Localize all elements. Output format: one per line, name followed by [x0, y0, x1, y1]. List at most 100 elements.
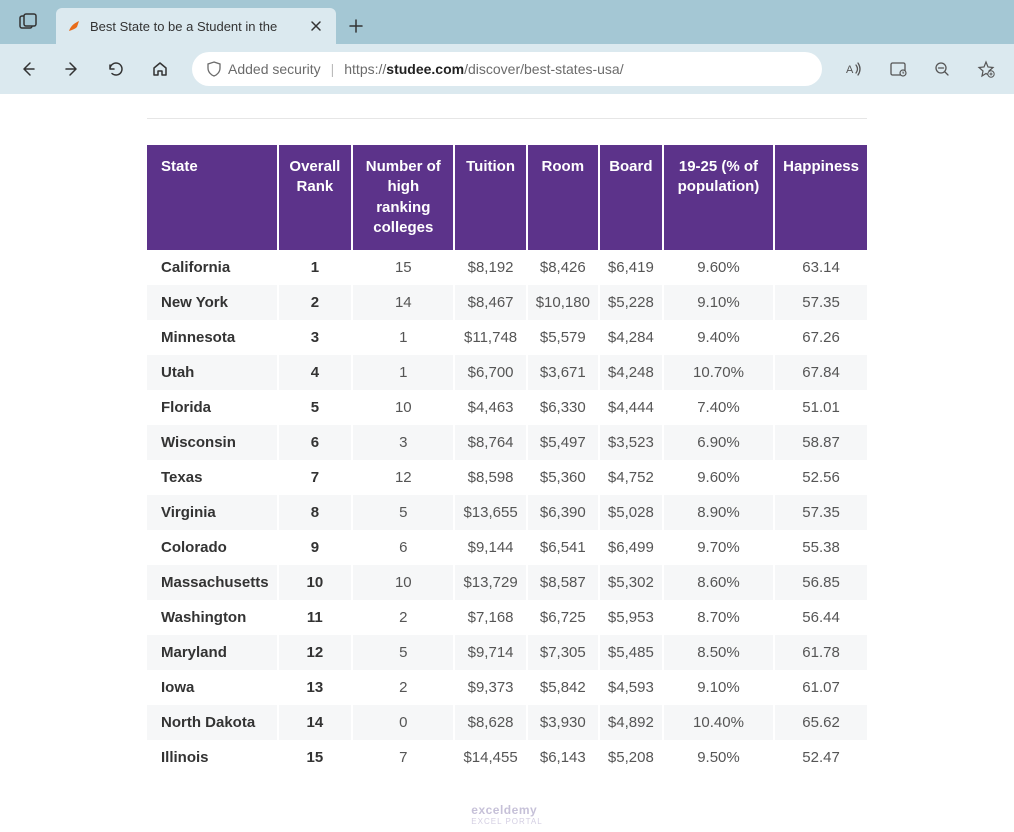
refresh-button[interactable]	[96, 49, 136, 89]
table-cell: $7,305	[527, 635, 599, 670]
table-cell: $6,541	[527, 530, 599, 565]
forward-button[interactable]	[52, 49, 92, 89]
table-row: Virginia85$13,655$6,390$5,0288.90%57.35	[147, 495, 867, 530]
url-text: https://studee.com/discover/best-states-…	[344, 61, 623, 77]
table-cell: $5,302	[599, 565, 663, 600]
read-aloud-button[interactable]: A	[834, 49, 874, 89]
browser-titlebar: Best State to be a Student in the	[0, 0, 1014, 44]
table-cell: $4,444	[599, 390, 663, 425]
reading-list-icon	[889, 60, 907, 78]
table-cell: 10.70%	[663, 355, 774, 390]
favorites-button[interactable]	[966, 49, 1006, 89]
address-bar[interactable]: Added security | https://studee.com/disc…	[192, 52, 822, 86]
table-cell: 8.70%	[663, 600, 774, 635]
tab-favicon-icon	[66, 18, 82, 34]
tab-title: Best State to be a Student in the	[90, 19, 298, 34]
table-cell: 10	[352, 390, 454, 425]
table-header: StateOverall RankNumber of high ranking …	[147, 145, 867, 250]
table-cell: $4,463	[454, 390, 526, 425]
table-header-cell[interactable]: 19-25 (% of population)	[663, 145, 774, 250]
table-cell: 6.90%	[663, 425, 774, 460]
table-cell: 11	[278, 600, 353, 635]
table-cell: 3	[278, 320, 353, 355]
table-row: New York214$8,467$10,180$5,2289.10%57.35	[147, 285, 867, 320]
table-cell: 12	[278, 635, 353, 670]
table-cell: 9.60%	[663, 250, 774, 285]
table-row: North Dakota140$8,628$3,930$4,89210.40%6…	[147, 705, 867, 740]
table-cell: 56.44	[774, 600, 867, 635]
security-badge[interactable]: Added security	[206, 61, 321, 77]
table-cell: 58.87	[774, 425, 867, 460]
table-cell: 1	[278, 250, 353, 285]
table-cell: 8.50%	[663, 635, 774, 670]
table-cell: $5,028	[599, 495, 663, 530]
table-cell: 57.35	[774, 285, 867, 320]
page-viewport: StateOverall RankNumber of high ranking …	[0, 94, 1014, 832]
table-cell: New York	[147, 285, 278, 320]
table-cell: $6,143	[527, 740, 599, 775]
table-header-cell[interactable]: Number of high ranking colleges	[352, 145, 454, 250]
table-header-cell[interactable]: Board	[599, 145, 663, 250]
table-cell: $6,725	[527, 600, 599, 635]
table-cell: $5,228	[599, 285, 663, 320]
table-cell: 56.85	[774, 565, 867, 600]
table-cell: Iowa	[147, 670, 278, 705]
table-cell: 52.56	[774, 460, 867, 495]
table-header-cell[interactable]: Happiness	[774, 145, 867, 250]
table-cell: $6,330	[527, 390, 599, 425]
table-cell: 8	[278, 495, 353, 530]
table-cell: Maryland	[147, 635, 278, 670]
table-cell: 10	[278, 565, 353, 600]
table-cell: $4,593	[599, 670, 663, 705]
table-cell: Texas	[147, 460, 278, 495]
table-cell: $4,248	[599, 355, 663, 390]
table-cell: 15	[278, 740, 353, 775]
table-cell: 67.84	[774, 355, 867, 390]
table-cell: 5	[352, 635, 454, 670]
content-divider	[147, 118, 867, 119]
home-button[interactable]	[140, 49, 180, 89]
table-cell: $5,953	[599, 600, 663, 635]
table-row: Colorado96$9,144$6,541$6,4999.70%55.38	[147, 530, 867, 565]
table-header-cell[interactable]: Room	[527, 145, 599, 250]
table-cell: 7.40%	[663, 390, 774, 425]
table-cell: $5,208	[599, 740, 663, 775]
back-button[interactable]	[8, 49, 48, 89]
plus-icon	[349, 19, 363, 33]
table-row: Illinois157$14,455$6,143$5,2089.50%52.47	[147, 740, 867, 775]
reading-list-button[interactable]	[878, 49, 918, 89]
table-cell: $8,192	[454, 250, 526, 285]
browser-tab[interactable]: Best State to be a Student in the	[56, 8, 336, 44]
table-cell: Virginia	[147, 495, 278, 530]
table-cell: 65.62	[774, 705, 867, 740]
table-cell: $11,748	[454, 320, 526, 355]
refresh-icon	[107, 60, 125, 78]
table-cell: 2	[278, 285, 353, 320]
table-cell: Colorado	[147, 530, 278, 565]
table-cell: 9.70%	[663, 530, 774, 565]
table-header-cell[interactable]: State	[147, 145, 278, 250]
table-cell: 3	[352, 425, 454, 460]
tab-manager-icon	[19, 13, 37, 31]
zoom-out-icon	[933, 60, 951, 78]
table-cell: $8,628	[454, 705, 526, 740]
new-tab-button[interactable]	[336, 8, 376, 44]
table-cell: $5,842	[527, 670, 599, 705]
tab-manager-button[interactable]	[0, 0, 56, 44]
table-cell: 4	[278, 355, 353, 390]
table-header-cell[interactable]: Overall Rank	[278, 145, 353, 250]
table-row: Minnesota31$11,748$5,579$4,2849.40%67.26	[147, 320, 867, 355]
table-body: California115$8,192$8,426$6,4199.60%63.1…	[147, 250, 867, 775]
browser-toolbar: Added security | https://studee.com/disc…	[0, 44, 1014, 94]
read-aloud-icon: A	[844, 59, 864, 79]
zoom-out-button[interactable]	[922, 49, 962, 89]
table-row: Massachusetts1010$13,729$8,587$5,3028.60…	[147, 565, 867, 600]
table-cell: $10,180	[527, 285, 599, 320]
table-cell: $6,700	[454, 355, 526, 390]
table-cell: 9.10%	[663, 670, 774, 705]
close-icon	[310, 20, 322, 32]
arrow-right-icon	[62, 59, 82, 79]
table-header-cell[interactable]: Tuition	[454, 145, 526, 250]
table-cell: $7,168	[454, 600, 526, 635]
tab-close-button[interactable]	[306, 18, 326, 34]
